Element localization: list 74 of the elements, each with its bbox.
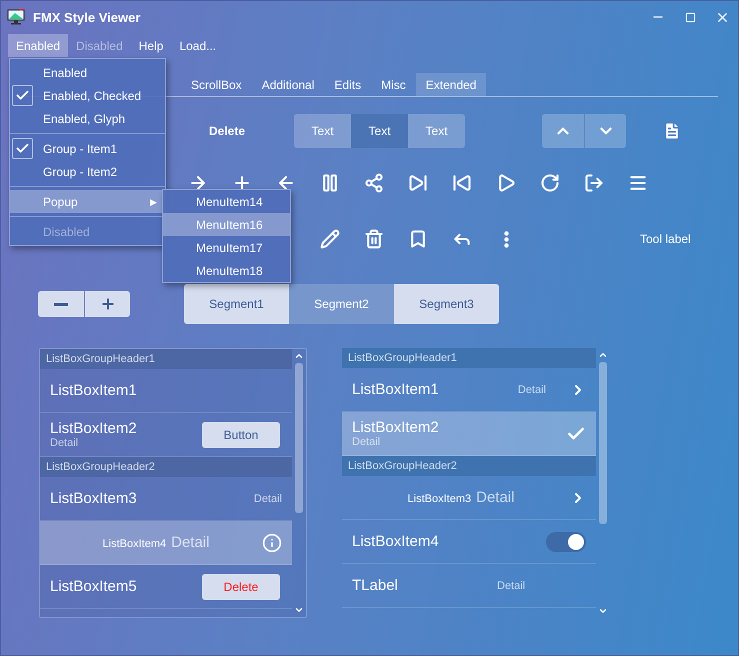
text-segment[interactable]: Text xyxy=(351,114,408,148)
item-detail: Detail xyxy=(476,489,514,506)
menu-entry[interactable]: MenuItem14 xyxy=(163,190,290,213)
list-item[interactable]: ListBoxItem1 Detail xyxy=(342,368,596,412)
segment[interactable]: Segment3 xyxy=(394,284,499,324)
tab[interactable]: Extended xyxy=(416,73,486,96)
minus-button[interactable] xyxy=(38,291,84,317)
minus-icon xyxy=(54,302,68,306)
list-item[interactable]: ListBoxItem4 Detail xyxy=(40,521,292,565)
list-item[interactable]: ListBoxItem5 Delete xyxy=(40,565,292,609)
item-title: ListBoxItem1 xyxy=(50,382,138,399)
menu-entry[interactable]: Enabled, Glyph xyxy=(10,107,165,130)
list-item[interactable]: ListBoxItem4 xyxy=(342,520,596,564)
segment[interactable]: Segment1 xyxy=(184,284,289,324)
item-subtitle: Detail xyxy=(352,436,382,448)
submenu-arrow: ▶ xyxy=(150,196,157,206)
menu-item[interactable]: Load... xyxy=(171,34,224,57)
menu-entry[interactable]: Enabled xyxy=(10,61,165,84)
text-segment[interactable]: Text xyxy=(294,114,352,148)
window-title: FMX Style Viewer xyxy=(33,10,142,24)
menu-entry[interactable]: Group - Item1 xyxy=(10,137,165,160)
delete-button[interactable]: Delete xyxy=(202,574,280,600)
item-button[interactable]: Button xyxy=(202,422,280,448)
item-title: ListBoxItem3 xyxy=(50,490,138,507)
down-button[interactable] xyxy=(584,114,626,148)
menu-entry[interactable]: MenuItem17 xyxy=(163,236,290,259)
plus-icon xyxy=(100,296,116,312)
menu-entry[interactable]: Enabled, Checked xyxy=(10,84,165,107)
tab[interactable]: Additional xyxy=(252,73,324,96)
group-header: ListBoxGroupHeader2 xyxy=(342,456,596,476)
segment[interactable]: Segment2 xyxy=(289,284,394,324)
menu-item[interactable]: Enabled xyxy=(8,34,68,57)
group-header: ListBoxGroupHeader1 xyxy=(40,349,292,369)
item-detail: Detail xyxy=(254,492,282,504)
document-icon[interactable] xyxy=(662,121,682,141)
group-header: ListBoxGroupHeader1 xyxy=(342,348,596,368)
tab[interactable]: Edits xyxy=(324,73,372,96)
scroll-up-icon[interactable] xyxy=(294,351,304,361)
item-subtitle: Detail xyxy=(50,437,80,449)
item-title: ListBoxItem4 xyxy=(352,533,440,550)
list-item[interactable]: ListBoxItem1 xyxy=(40,369,292,413)
plus-button[interactable] xyxy=(84,291,130,317)
item-title: ListBoxItem5 xyxy=(50,578,138,595)
item-detail: Detail xyxy=(171,534,210,551)
list-item[interactable]: ListBoxItem3 Detail xyxy=(40,477,292,521)
item-detail: Detail xyxy=(497,580,526,592)
menu-entry[interactable]: Popup ▶ xyxy=(10,190,165,213)
scroll-up-icon[interactable] xyxy=(598,350,608,360)
menu-entry[interactable]: Group - Item2 xyxy=(10,160,165,183)
tab[interactable]: Misc xyxy=(371,73,416,96)
up-button[interactable] xyxy=(542,114,584,148)
monitor-icon xyxy=(7,9,25,25)
list-item[interactable]: ListBoxItem2 Detail xyxy=(342,412,596,456)
item-title: TLabel xyxy=(352,577,399,594)
toggle-switch[interactable] xyxy=(546,532,586,552)
tab[interactable]: ScrollBox xyxy=(181,73,252,96)
item-title: ListBoxItem2 xyxy=(352,419,440,436)
list-item[interactable]: TLabel Detail xyxy=(342,564,596,608)
menu-item[interactable]: Help xyxy=(130,34,172,57)
scroll-down-icon[interactable] xyxy=(598,606,608,616)
list-item[interactable]: ListBoxItem3 Detail xyxy=(342,476,596,520)
item-title: ListBoxItem4 xyxy=(102,538,166,550)
item-title: ListBoxItem1 xyxy=(352,381,440,398)
tool-label: Tool label xyxy=(640,232,691,246)
menu-entry[interactable]: MenuItem16 xyxy=(163,213,290,236)
item-title: ListBoxItem2 xyxy=(50,420,138,437)
item-detail: Detail xyxy=(518,384,546,396)
delete-button[interactable]: Delete xyxy=(197,120,258,142)
text-segment[interactable]: Text xyxy=(408,114,466,148)
item-title: ListBoxItem3 xyxy=(408,493,472,505)
maximize-icon xyxy=(684,12,696,22)
scroll-down-icon[interactable] xyxy=(294,605,304,615)
group-header: ListBoxGroupHeader2 xyxy=(40,457,292,477)
menu-entry[interactable]: MenuItem18 xyxy=(163,259,290,282)
